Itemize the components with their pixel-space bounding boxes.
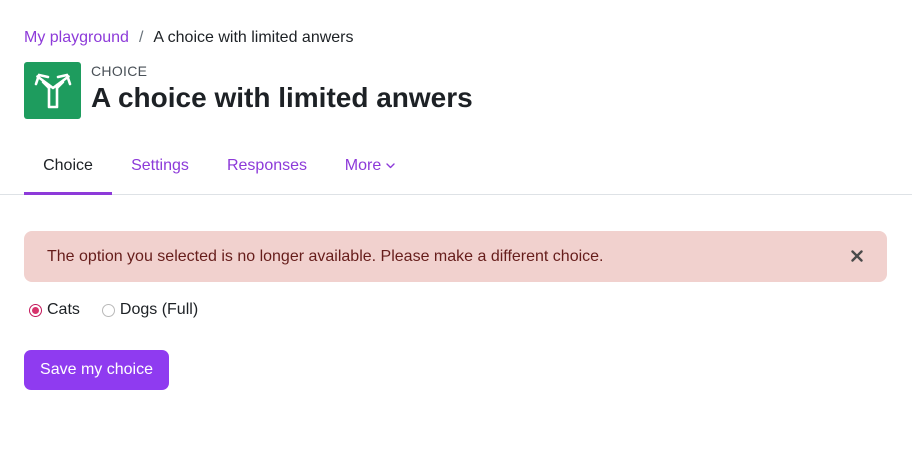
tab-more-label: More [344,157,382,174]
option-dogs[interactable]: Dogs (Full) [101,301,199,319]
alert-message: The option you selected is no longer ava… [47,247,604,265]
tab-choice[interactable]: Choice [24,138,112,195]
breadcrumb-current: A choice with limited anwers [153,29,354,46]
secondary-navigation: Choice Settings Responses More [0,138,912,195]
breadcrumb-link-my-playground[interactable]: My playground [24,28,129,48]
option-cats-label: Cats [47,301,80,318]
page-header: CHOICE A choice with limited anwers [24,62,473,119]
tab-choice-label: Choice [43,157,93,174]
tab-more[interactable]: More [326,138,414,194]
tab-settings-label: Settings [131,157,189,174]
breadcrumb-separator: / [138,29,144,46]
activity-type-label: CHOICE [91,62,148,79]
tab-responses-label: Responses [226,157,308,174]
chevron-down-icon [386,163,395,169]
tab-responses[interactable]: Responses [208,138,326,194]
tab-settings[interactable]: Settings [112,138,208,194]
breadcrumb: My playground / A choice with limited an… [24,28,354,48]
choice-options: Cats Dogs (Full) [29,301,220,319]
radio-dogs[interactable] [101,303,115,317]
error-alert: The option you selected is no longer ava… [24,231,887,282]
option-cats[interactable]: Cats [29,301,80,319]
page-title: A choice with limited anwers [91,81,473,113]
close-icon[interactable] [849,248,865,264]
radio-cats[interactable] [29,303,42,317]
signpost-icon [24,62,81,119]
save-choice-button[interactable]: Save my choice [24,350,169,390]
option-dogs-label: Dogs (Full) [119,301,199,318]
